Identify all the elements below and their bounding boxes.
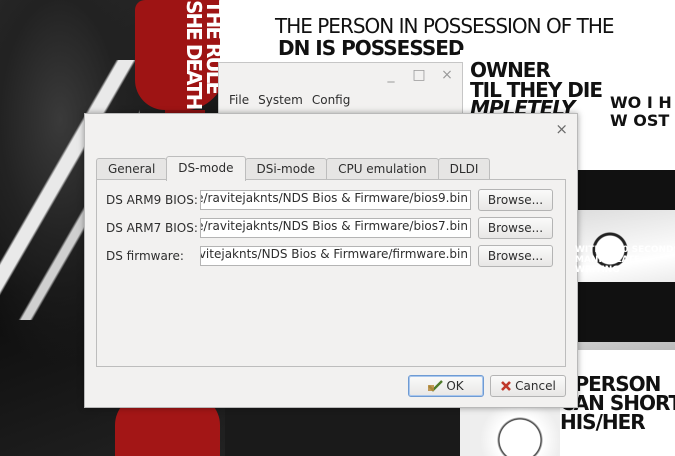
menu-file[interactable]: File	[225, 91, 253, 109]
wallpaper-small-text: WITHIN 40 SECONDS MANIPULATE WRITING	[575, 245, 675, 275]
ds-mode-panel: DS ARM9 BIOS: /home/ravitejaknts/NDS Bio…	[96, 179, 566, 367]
arm7-bios-label: DS ARM7 BIOS:	[106, 221, 198, 235]
firmware-row: DS firmware: /home/ravitejaknts/NDS Bios…	[106, 245, 553, 267]
arm9-bios-label: DS ARM9 BIOS:	[106, 193, 198, 207]
arm9-browse-button[interactable]: Browse...	[478, 189, 553, 211]
emulation-settings-dialog: × General DS-mode DSi-mode CPU emulation…	[84, 113, 578, 408]
arm9-bios-path: /home/ravitejaknts/NDS Bios & Firmware/b…	[201, 191, 468, 205]
firmware-path-field[interactable]: /home/ravitejaknts/NDS Bios & Firmware/f…	[200, 246, 471, 266]
tab-dldi[interactable]: DLDI	[437, 158, 491, 180]
maximize-button[interactable]: □	[412, 67, 426, 83]
cancel-label: Cancel	[515, 379, 556, 393]
menubar: File System Config	[225, 91, 355, 109]
ok-button[interactable]: OK	[408, 375, 484, 397]
check-icon	[428, 380, 444, 392]
menu-config[interactable]: Config	[308, 91, 355, 109]
tab-dsi-mode[interactable]: DSi-mode	[244, 158, 328, 180]
cancel-button[interactable]: Cancel	[490, 375, 566, 397]
wallpaper-black-panel	[575, 282, 675, 342]
menu-system[interactable]: System	[254, 91, 307, 109]
arm7-bios-row: DS ARM7 BIOS: /home/ravitejaknts/NDS Bio…	[106, 217, 553, 239]
ok-label: OK	[446, 379, 464, 393]
arm7-browse-button[interactable]: Browse...	[478, 217, 553, 239]
firmware-path: /home/ravitejaknts/NDS Bios & Firmware/f…	[200, 247, 468, 261]
cancel-x-icon	[500, 380, 512, 392]
arm7-bios-path-field[interactable]: /home/ravitejaknts/NDS Bios & Firmware/b…	[200, 218, 471, 238]
wallpaper-text-6: WO I H W OST	[610, 93, 672, 130]
firmware-browse-button[interactable]: Browse...	[478, 245, 553, 267]
wallpaper-text-2: DN IS POSSESSED	[278, 36, 465, 60]
tab-ds-mode[interactable]: DS-mode	[166, 156, 246, 181]
wallpaper-text-1: THE PERSON IN POSSESSION OF THE	[275, 14, 614, 38]
close-icon[interactable]: ×	[555, 120, 568, 138]
arm7-bios-path: /home/ravitejaknts/NDS Bios & Firmware/b…	[201, 219, 468, 233]
window-controls: _ □ ×	[384, 67, 454, 83]
arm9-bios-path-field[interactable]: /home/ravitejaknts/NDS Bios & Firmware/b…	[200, 190, 471, 210]
tab-general[interactable]: General	[96, 158, 168, 180]
arm9-bios-row: DS ARM9 BIOS: /home/ravitejaknts/NDS Bio…	[106, 189, 553, 211]
firmware-label: DS firmware:	[106, 249, 184, 263]
settings-tabs: General DS-mode DSi-mode CPU emulation D…	[96, 155, 491, 181]
tab-cpu-emulation[interactable]: CPU emulation	[326, 158, 439, 180]
close-button[interactable]: ×	[440, 67, 454, 83]
emulator-main-window: _ □ × File System Config	[218, 62, 463, 115]
minimize-button[interactable]: _	[384, 67, 398, 83]
